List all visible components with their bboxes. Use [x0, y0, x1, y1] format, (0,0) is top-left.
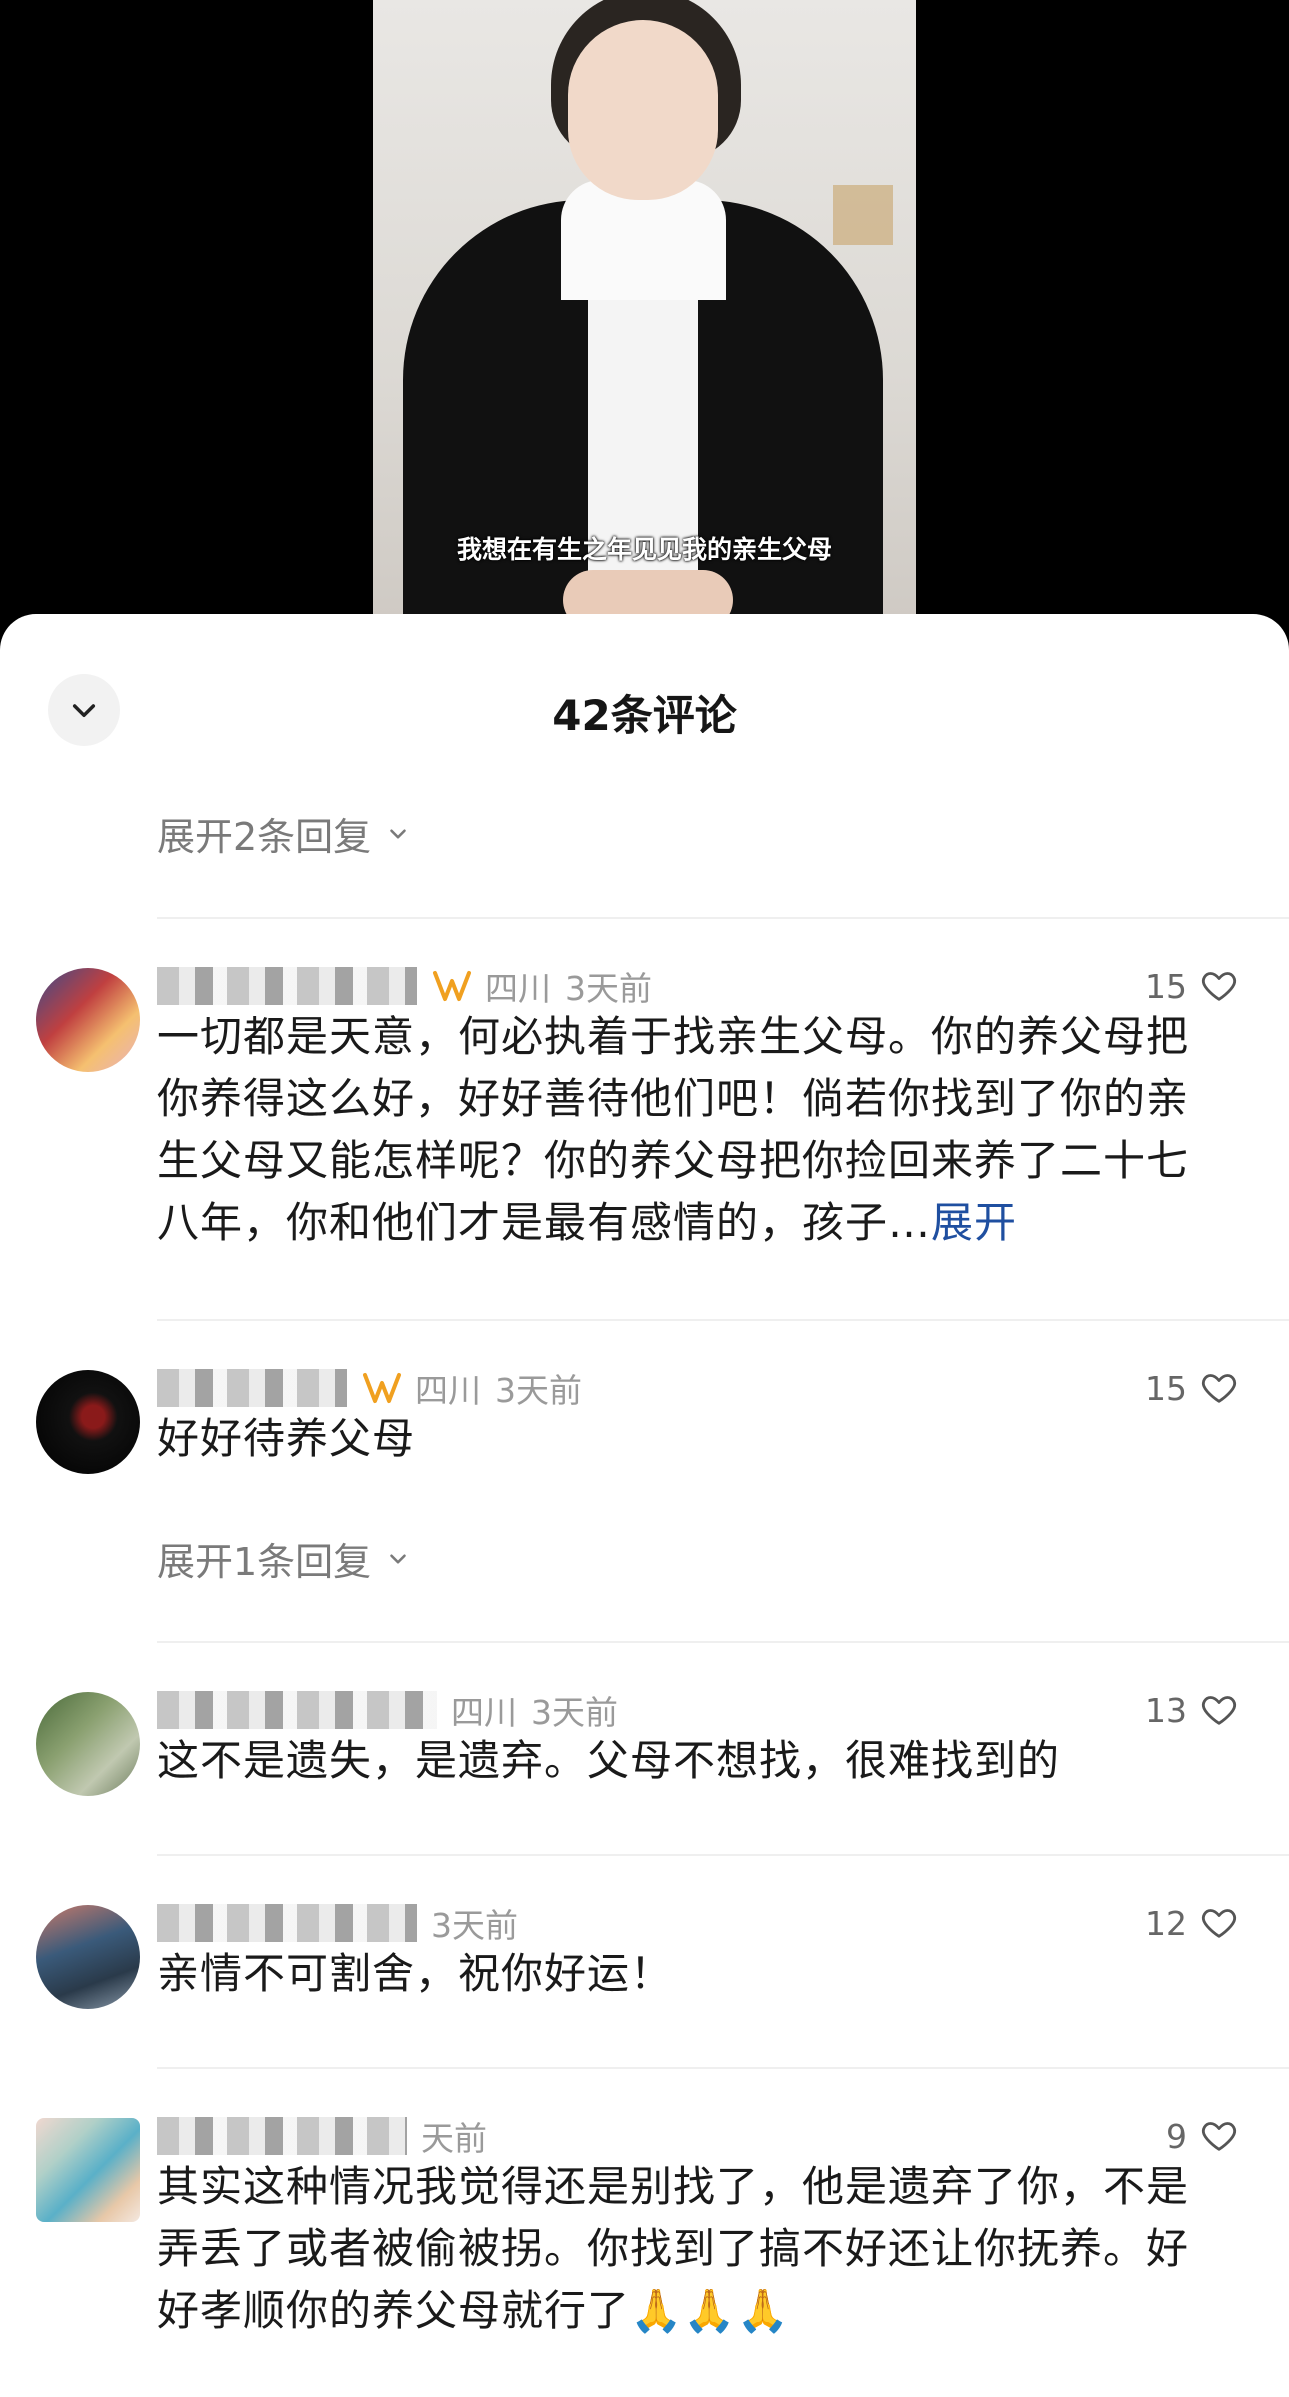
expand-replies-label: 展开2条回复: [157, 815, 372, 859]
username-redacted[interactable]: [157, 1691, 437, 1729]
like-count: 15: [1145, 1368, 1187, 1408]
chevron-down-icon: [390, 828, 406, 839]
comment-count-title: 42条评论: [552, 691, 737, 740]
like-button[interactable]: 12: [1145, 1903, 1239, 1943]
expand-replies-button[interactable]: 展开2条回复: [157, 806, 411, 861]
comment-time: 3天前: [565, 969, 652, 1008]
like-count: 12: [1145, 1903, 1187, 1943]
divider: [157, 917, 1289, 919]
like-button[interactable]: 13: [1145, 1690, 1239, 1730]
like-button[interactable]: 9: [1166, 2116, 1239, 2156]
expand-replies-button[interactable]: 展开1条回复: [157, 1531, 411, 1586]
avatar[interactable]: [36, 968, 140, 1072]
comment-text: 一切都是天意，何必执着于找亲生父母。你的养父母把你养得这么好，好好善待他们吧！倘…: [157, 1006, 1217, 1254]
comment-meta: 天前: [157, 2114, 487, 2158]
comment-text: 亲情不可割舍，祝你好运！: [157, 1949, 674, 1998]
expand-comment-link[interactable]: 展开: [931, 1198, 1017, 1247]
person-hands: [563, 570, 733, 620]
video-caption: 我想在有生之年见见我的亲生父母: [456, 535, 832, 564]
avatar[interactable]: [36, 1905, 140, 2009]
heart-icon: [1201, 1696, 1237, 1725]
chevron-down-icon: [390, 1553, 406, 1564]
comments-sheet: 42条评论 展开2条回复 四川 3天前 15 一切都是天意，何必执着于找亲生父母…: [0, 614, 1289, 2397]
video-frame[interactable]: 我想在有生之年见见我的亲生父母: [373, 0, 916, 620]
comment-meta: 四川 3天前: [157, 1688, 618, 1732]
comment-text: 好好待养父母: [157, 1414, 416, 1463]
heart-icon: [1201, 972, 1237, 1001]
comment-time: 3天前: [531, 1693, 618, 1732]
username-redacted[interactable]: [157, 1369, 347, 1407]
like-count: 15: [1145, 966, 1187, 1006]
divider: [157, 2067, 1289, 2069]
comment-text: 其实这种情况我觉得还是别找了，他是遗弃了你，不是弄丢了或者被偷被拐。你找到了搞不…: [157, 2162, 1190, 2335]
heart-icon: [1201, 1374, 1237, 1403]
avatar[interactable]: [36, 2118, 140, 2222]
comment-meta: 四川 3天前: [157, 964, 652, 1008]
username-redacted[interactable]: [157, 967, 417, 1005]
badge-icon: [433, 971, 471, 1001]
avatar[interactable]: [36, 1692, 140, 1796]
comment-meta: 四川 3天前: [157, 1366, 582, 1410]
username-redacted[interactable]: [157, 2117, 407, 2155]
like-count: 13: [1145, 1690, 1187, 1730]
comment-region: 四川: [485, 969, 551, 1008]
avatar[interactable]: [36, 1370, 140, 1474]
heart-icon: [1201, 2122, 1237, 2151]
comment-meta: 3天前: [157, 1901, 518, 1945]
person-face: [568, 20, 718, 200]
video-player[interactable]: 我想在有生之年见见我的亲生父母: [0, 0, 1289, 640]
comment-region: 四川: [415, 1371, 481, 1410]
username-redacted[interactable]: [157, 1904, 417, 1942]
comment-region: 四川: [451, 1693, 517, 1732]
like-button[interactable]: 15: [1145, 966, 1239, 1006]
comment-time: 3天前: [495, 1371, 582, 1410]
like-count: 9: [1166, 2116, 1187, 2156]
comment-time: 3天前: [431, 1906, 518, 1945]
comment-body: 一切都是天意，何必执着于找亲生父母。你的养父母把你养得这么好，好好善待他们吧！倘…: [157, 1012, 1190, 1247]
divider: [157, 1319, 1289, 1321]
divider: [157, 1641, 1289, 1643]
badge-icon: [363, 1373, 401, 1403]
wall-decoration: [833, 185, 893, 245]
comment-text: 这不是遗失，是遗弃。父母不想找，很难找到的: [157, 1736, 1061, 1785]
like-button[interactable]: 15: [1145, 1368, 1239, 1408]
divider: [157, 1854, 1289, 1856]
heart-icon: [1201, 1909, 1237, 1938]
expand-replies-label: 展开1条回复: [157, 1540, 372, 1584]
comment-time: 天前: [421, 2119, 487, 2158]
